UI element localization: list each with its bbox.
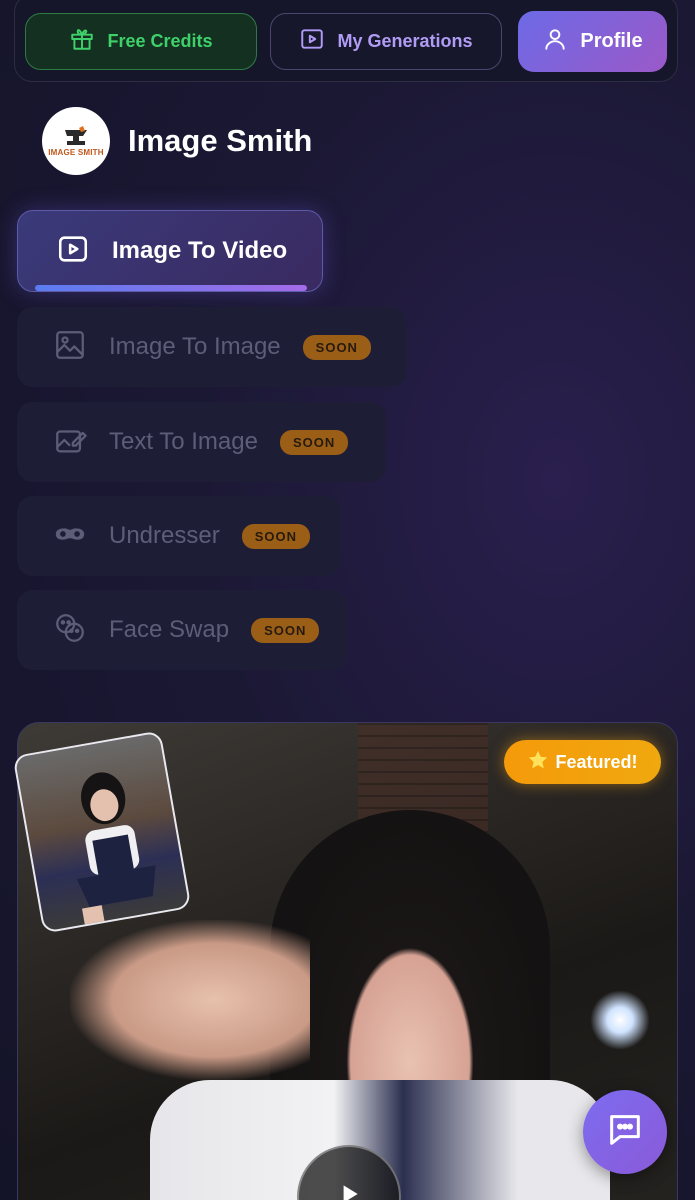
logo: IMAGE SMITH	[42, 107, 110, 175]
soon-badge: SOON	[302, 334, 371, 360]
brand-title: Image Smith	[128, 123, 313, 158]
free-credits-button[interactable]: Free Credits	[25, 13, 257, 70]
source-image-thumbnail	[12, 730, 192, 934]
gift-icon	[69, 26, 95, 57]
free-credits-label: Free Credits	[107, 31, 213, 51]
preview-hand	[70, 920, 310, 1080]
image-icon	[53, 328, 87, 367]
anvil-icon	[65, 125, 87, 145]
logo-text: IMAGE SMITH	[48, 147, 104, 157]
mask-icon	[53, 517, 87, 556]
nav-image-to-video[interactable]: Image To Video	[17, 210, 323, 292]
chat-icon	[605, 1110, 645, 1155]
faces-icon	[53, 611, 87, 650]
nav-label: Image To Video	[112, 237, 288, 264]
nav-label: Undresser	[109, 522, 220, 549]
user-icon	[542, 26, 568, 58]
active-indicator	[35, 285, 307, 291]
profile-button[interactable]: Profile	[518, 11, 667, 72]
profile-label: Profile	[580, 30, 643, 52]
soon-badge: SOON	[251, 617, 320, 643]
play-icon	[336, 1181, 362, 1200]
my-generations-label: My Generations	[337, 31, 473, 51]
nav-text-to-image[interactable]: Text To Image SOON	[17, 402, 386, 482]
featured-label: Featured!	[555, 751, 638, 772]
soon-badge: SOON	[241, 523, 311, 549]
nav-image-to-image[interactable]: Image To Image SOON	[17, 307, 407, 387]
preview-light	[590, 990, 650, 1050]
star-icon	[527, 749, 549, 776]
brand[interactable]: IMAGE SMITH Image Smith	[42, 107, 312, 175]
featured-badge: Featured!	[504, 740, 661, 784]
image-edit-icon	[53, 423, 87, 462]
play-box-icon	[299, 26, 325, 57]
soon-badge: SOON	[279, 429, 349, 455]
nav-face-swap[interactable]: Face Swap SOON	[17, 590, 347, 670]
nav-undresser[interactable]: Undresser SOON	[17, 496, 341, 576]
nav-label: Image To Image	[109, 333, 281, 360]
play-box-icon	[56, 232, 90, 271]
nav-label: Text To Image	[109, 428, 258, 455]
my-generations-button[interactable]: My Generations	[270, 13, 502, 70]
chat-button[interactable]	[583, 1090, 667, 1174]
nav-label: Face Swap	[109, 616, 230, 643]
